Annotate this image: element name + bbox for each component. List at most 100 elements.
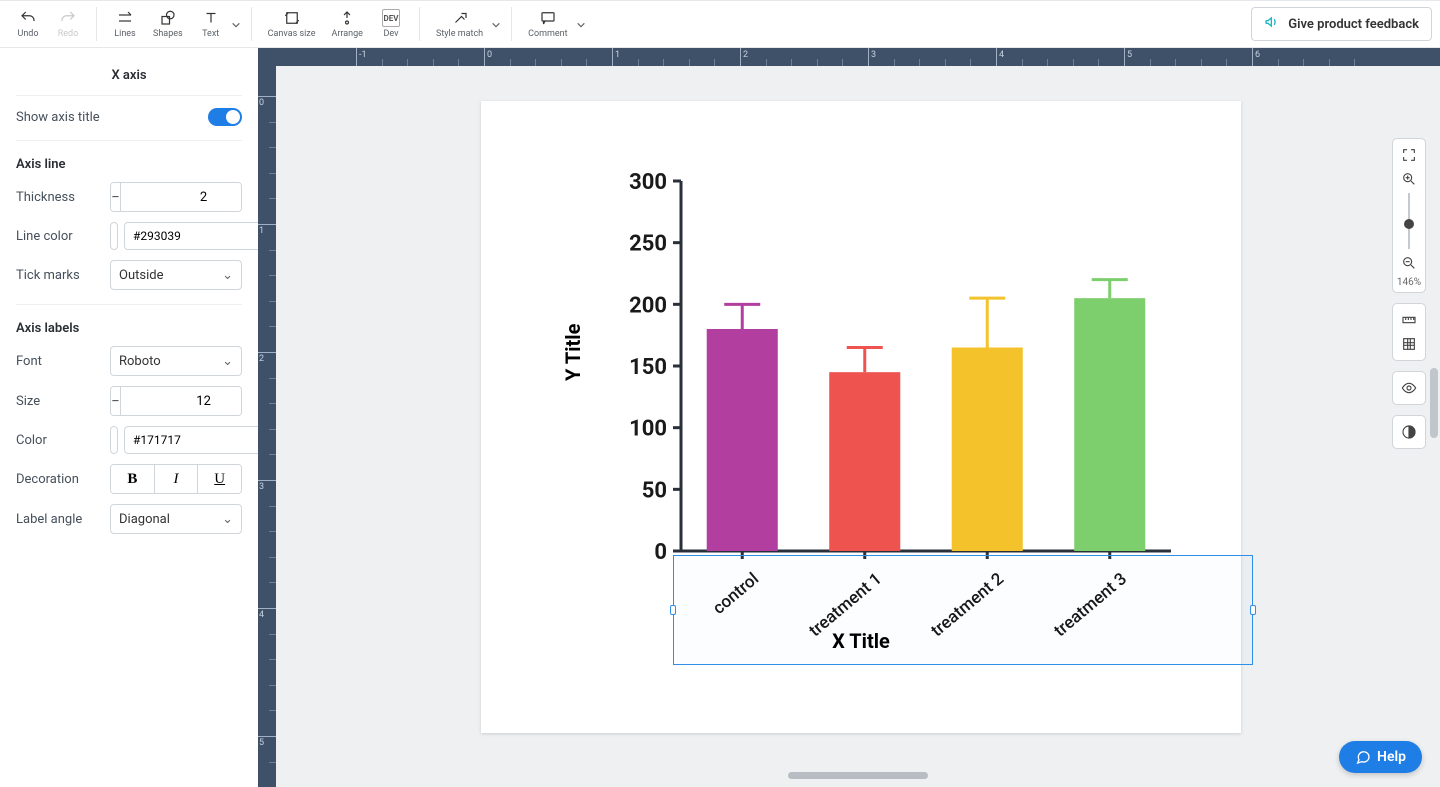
line-color-label: Line color — [16, 229, 73, 244]
selection-handle-right[interactable] — [1250, 605, 1256, 615]
ruler-corner — [258, 48, 276, 66]
svg-text:50: 50 — [642, 478, 667, 503]
thickness-stepper[interactable]: − + — [110, 182, 242, 212]
top-toolbar: Undo Redo Lines Shapes Text Canvas size — [0, 0, 1440, 48]
label-angle-value: Diagonal — [119, 512, 170, 527]
dev-icon: DEV — [382, 9, 400, 27]
svg-text:150: 150 — [629, 355, 667, 380]
undo-label: Undo — [17, 29, 38, 39]
horizontal-ruler[interactable]: -10123456 — [276, 48, 1440, 66]
axis-line-heading: Axis line — [16, 157, 242, 172]
zoom-in-button[interactable] — [1396, 167, 1422, 191]
tick-marks-label: Tick marks — [16, 268, 80, 283]
zoom-slider[interactable] — [1408, 193, 1410, 249]
line-color-swatch[interactable] — [110, 222, 118, 250]
thickness-decrement[interactable]: − — [111, 183, 121, 211]
dev-button[interactable]: DEV Dev — [371, 1, 411, 47]
show-axis-title-label: Show axis title — [16, 110, 100, 125]
canvas-size-button[interactable]: Canvas size — [260, 1, 324, 47]
text-caret-icon[interactable] — [231, 15, 243, 34]
properties-panel: X axis Show axis title Axis line Thickne… — [0, 48, 258, 787]
svg-text:200: 200 — [629, 293, 667, 318]
bold-button[interactable]: B — [111, 465, 155, 493]
size-stepper[interactable]: − + — [110, 386, 242, 416]
ruler-toggle-button[interactable] — [1396, 308, 1422, 332]
style-match-button[interactable]: Style match — [428, 1, 491, 47]
y-axis-title[interactable]: Y Title — [561, 324, 585, 381]
undo-button[interactable]: Undo — [8, 1, 48, 47]
chat-icon — [1355, 749, 1371, 765]
comment-icon — [539, 9, 557, 27]
lines-button[interactable]: Lines — [105, 1, 145, 47]
undo-icon — [19, 9, 37, 27]
zoom-out-button[interactable] — [1396, 251, 1422, 275]
style-match-label: Style match — [436, 29, 483, 39]
style-match-caret-icon[interactable] — [491, 15, 503, 34]
thickness-input[interactable] — [121, 183, 242, 211]
zoom-thumb[interactable] — [1404, 219, 1414, 229]
canvas-workspace: -10123456 012345 Y Title 0 50 100 150 200 250… — [258, 48, 1440, 787]
line-color-input[interactable] — [124, 222, 258, 250]
contrast-button[interactable] — [1396, 420, 1422, 444]
arrange-icon — [338, 9, 356, 27]
comment-label: Comment — [528, 29, 567, 39]
selection-handle-left[interactable] — [670, 605, 676, 615]
svg-text:300: 300 — [629, 170, 667, 195]
font-value: Roboto — [119, 354, 161, 369]
help-button[interactable]: Help — [1339, 741, 1422, 773]
font-select[interactable]: Roboto ⌄ — [110, 346, 242, 376]
redo-label: Redo — [58, 29, 79, 39]
bar-chart[interactable]: Y Title 050100150200250300 controltreatm… — [541, 161, 1181, 641]
svg-text:100: 100 — [629, 417, 667, 442]
arrange-label: Arrange — [331, 29, 363, 39]
redo-button[interactable]: Redo — [48, 1, 88, 47]
shapes-label: Shapes — [153, 29, 183, 39]
visibility-button[interactable] — [1396, 376, 1422, 400]
chevron-down-icon: ⌄ — [222, 512, 233, 527]
chevron-down-icon: ⌄ — [222, 354, 233, 369]
tick-marks-select[interactable]: Outside ⌄ — [110, 260, 242, 290]
grid-toggle-button[interactable] — [1396, 332, 1422, 356]
comment-button[interactable]: Comment — [520, 1, 575, 47]
megaphone-icon — [1264, 14, 1280, 34]
horizontal-scrollbar[interactable] — [788, 772, 928, 779]
svg-text:0: 0 — [654, 540, 667, 565]
chevron-down-icon: ⌄ — [222, 268, 233, 283]
canvas-viewport[interactable]: Y Title 050100150200250300 controltreatm… — [276, 66, 1440, 787]
size-label: Size — [16, 394, 40, 409]
redo-icon — [59, 9, 77, 27]
label-angle-select[interactable]: Diagonal ⌄ — [110, 504, 242, 534]
product-feedback-button[interactable]: Give product feedback — [1251, 7, 1432, 41]
italic-button[interactable]: I — [155, 465, 199, 493]
decoration-label: Decoration — [16, 472, 79, 487]
underline-button[interactable]: U — [198, 465, 241, 493]
label-color-input[interactable] — [124, 426, 258, 454]
text-label: Text — [202, 29, 219, 39]
size-decrement[interactable]: − — [111, 387, 121, 415]
lines-label: Lines — [114, 29, 135, 39]
feedback-label: Give product feedback — [1288, 17, 1419, 32]
thickness-label: Thickness — [16, 190, 75, 205]
dev-label: Dev — [383, 29, 398, 39]
zoom-tools: 146% — [1392, 138, 1426, 449]
size-input[interactable] — [121, 387, 242, 415]
fullscreen-button[interactable] — [1396, 143, 1422, 167]
shapes-icon — [159, 9, 177, 27]
vertical-ruler[interactable]: 012345 — [258, 66, 276, 787]
comment-caret-icon[interactable] — [576, 15, 588, 34]
label-color-swatch[interactable] — [110, 426, 118, 454]
shapes-button[interactable]: Shapes — [145, 1, 191, 47]
canvas-paper[interactable]: Y Title 050100150200250300 controltreatm… — [481, 101, 1241, 733]
arrange-button[interactable]: Arrange — [323, 1, 371, 47]
text-button[interactable]: Text — [191, 1, 231, 47]
axis-labels-heading: Axis labels — [16, 321, 242, 336]
vertical-scrollbar[interactable] — [1430, 368, 1438, 438]
style-match-icon — [451, 9, 469, 27]
label-angle-label: Label angle — [16, 512, 82, 527]
label-color-label: Color — [16, 433, 47, 448]
panel-title: X axis — [16, 62, 242, 96]
svg-text:250: 250 — [629, 232, 667, 257]
show-axis-title-toggle[interactable] — [208, 108, 242, 126]
lines-icon — [116, 9, 134, 27]
x-axis-title[interactable]: X Title — [481, 629, 1241, 653]
